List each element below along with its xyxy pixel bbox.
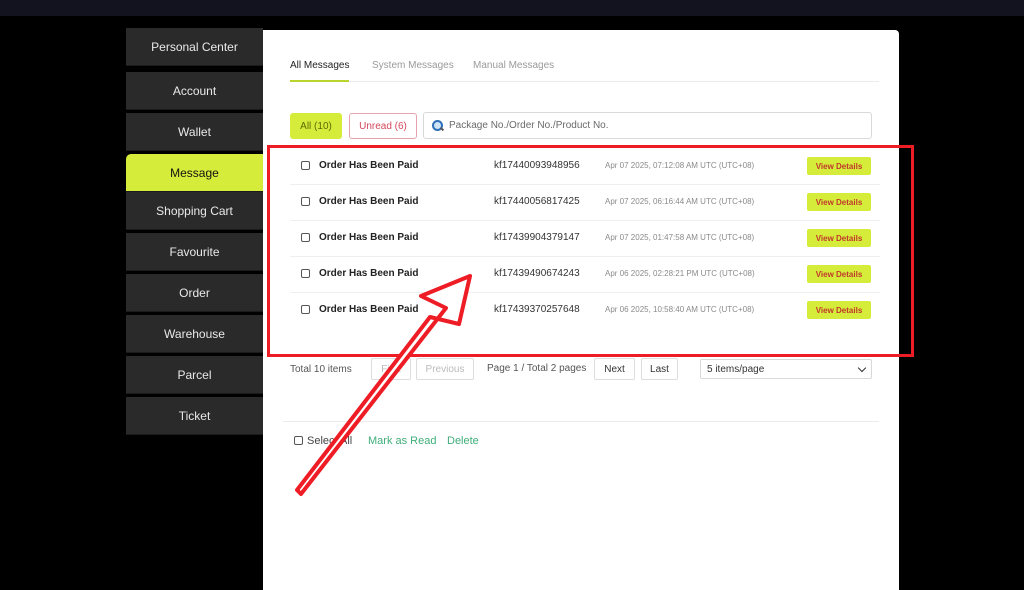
search-icon xyxy=(432,119,444,132)
filter-unread-button[interactable]: Unread (6) xyxy=(349,113,417,139)
page-info: Page 1 / Total 2 pages xyxy=(487,363,587,374)
divider xyxy=(283,421,879,422)
delete-link[interactable]: Delete xyxy=(447,435,479,447)
mark-as-read-link[interactable]: Mark as Read xyxy=(368,435,436,447)
select-all-label: Select All xyxy=(307,435,353,447)
sidebar-item-label: Warehouse xyxy=(164,326,225,341)
sidebar-item-label: Ticket xyxy=(178,408,211,423)
top-bar xyxy=(0,0,1024,16)
sidebar-item-label: Account xyxy=(172,83,217,98)
sidebar-item-label: Parcel xyxy=(177,367,212,382)
tab-all-messages[interactable]: All Messages xyxy=(290,60,350,82)
tab-system-messages[interactable]: System Messages xyxy=(372,60,454,80)
message-tabs: All Messages System Messages Manual Mess… xyxy=(290,54,879,82)
next-page-button[interactable]: Next xyxy=(594,358,635,380)
previous-page-button[interactable]: Previous xyxy=(416,358,474,380)
sidebar-item-label: Order xyxy=(179,285,210,300)
sidebar-item-ticket[interactable]: Ticket xyxy=(126,397,263,435)
sidebar-item-label: Message xyxy=(170,165,219,180)
sidebar-item-wallet[interactable]: Wallet xyxy=(126,113,263,151)
sidebar-item-personal-center[interactable]: Personal Center xyxy=(126,28,263,66)
sidebar-item-favourite[interactable]: Favourite xyxy=(126,233,263,271)
sidebar: Personal Center Account Wallet Message S… xyxy=(126,28,263,438)
filter-all-button[interactable]: All (10) xyxy=(290,113,342,139)
sidebar-item-warehouse[interactable]: Warehouse xyxy=(126,315,263,353)
sidebar-item-parcel[interactable]: Parcel xyxy=(126,356,263,394)
sidebar-item-order[interactable]: Order xyxy=(126,274,263,312)
sidebar-item-label: Favourite xyxy=(169,244,220,259)
sidebar-item-shopping-cart[interactable]: Shopping Cart xyxy=(126,192,263,230)
search-input[interactable] xyxy=(449,120,849,131)
chevron-down-icon xyxy=(857,363,867,372)
sidebar-item-account[interactable]: Account xyxy=(126,72,263,110)
sidebar-item-label: Wallet xyxy=(178,124,211,139)
sidebar-item-label: Shopping Cart xyxy=(156,203,233,218)
last-page-button[interactable]: Last xyxy=(641,358,678,380)
pagination-total: Total 10 items xyxy=(290,363,352,375)
highlight-box xyxy=(267,145,914,357)
select-all-checkbox[interactable] xyxy=(294,436,303,445)
items-per-page-select[interactable]: 5 items/page xyxy=(700,359,872,379)
tab-manual-messages[interactable]: Manual Messages xyxy=(473,60,554,80)
sidebar-item-message[interactable]: Message xyxy=(126,154,263,192)
sidebar-item-label: Personal Center xyxy=(151,39,238,54)
first-page-button[interactable]: First xyxy=(371,358,411,380)
items-per-page-value: 5 items/page xyxy=(707,363,765,375)
search-box xyxy=(423,112,872,139)
